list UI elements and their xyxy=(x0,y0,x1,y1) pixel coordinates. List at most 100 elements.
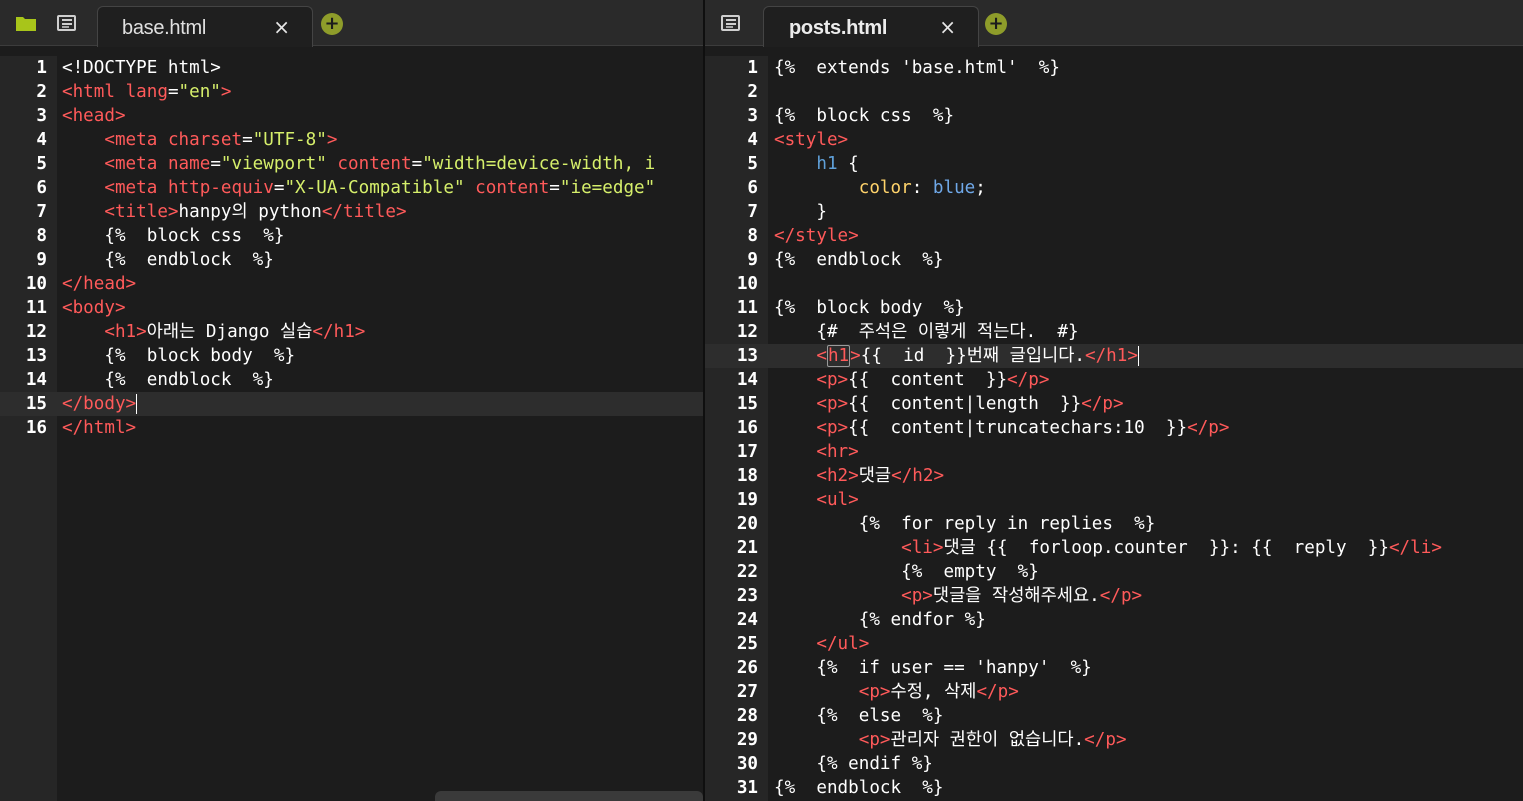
code-token: h1 xyxy=(826,345,851,367)
code-line[interactable]: 12 {# 주석은 이렇게 적는다. #} xyxy=(705,320,1523,344)
code-line[interactable]: 11 <body> xyxy=(0,296,703,320)
code-token: "ie=edge" xyxy=(559,178,656,198)
code-token: 아래는 Django 실습 xyxy=(146,322,313,342)
code-line[interactable]: 11 {% block body %} xyxy=(705,296,1523,320)
line-number: 13 xyxy=(25,346,47,366)
code-line[interactable]: 15 <p>{{ content|length }}</p> xyxy=(705,392,1523,416)
code-line[interactable]: 15 </body> xyxy=(0,392,703,416)
line-number: 27 xyxy=(736,682,758,702)
code-line[interactable]: 28 {% else %} xyxy=(705,704,1523,728)
code-line[interactable]: 3 {% block css %} xyxy=(705,104,1523,128)
code-line[interactable]: 13 {% block body %} xyxy=(0,344,703,368)
code-line[interactable]: 10 </head> xyxy=(0,272,703,296)
code-text: {% else %} xyxy=(774,704,943,728)
code-line[interactable]: 14 {% endblock %} xyxy=(0,368,703,392)
line-number: 5 xyxy=(36,154,47,174)
code-token: {{ content|length }} xyxy=(848,394,1082,414)
code-editor[interactable]: 1 {% extends 'base.html' %} 2 3 {% block css… xyxy=(705,56,1523,801)
code-line[interactable]: 9 {% endblock %} xyxy=(0,248,703,272)
code-line[interactable]: 18 <h2>댓글</h2> xyxy=(705,464,1523,488)
close-icon[interactable]: × xyxy=(939,17,956,37)
editor-pane-right: posts.html × + 1 {% extends 'base.html' %… xyxy=(705,0,1523,801)
add-tab-button[interactable]: + xyxy=(321,13,343,35)
line-number: 28 xyxy=(736,706,758,726)
code-line[interactable]: 5 <meta name="viewport" content="width=d… xyxy=(0,152,703,176)
tab-posts-html[interactable]: posts.html × xyxy=(763,6,979,47)
code-line[interactable]: 13 <h1>{{ id }}번째 글입니다.</h1> xyxy=(705,344,1523,368)
code-line[interactable]: 30 {% endif %} xyxy=(705,752,1523,776)
code-text: <style> xyxy=(774,128,848,152)
code-text: {% empty %} xyxy=(774,560,1039,584)
code-line[interactable]: 17 <hr> xyxy=(705,440,1523,464)
code-line[interactable]: 16 <p>{{ content|truncatechars:10 }}</p> xyxy=(705,416,1523,440)
code-text: {% block css %} xyxy=(62,224,284,248)
code-text: {% for reply in replies %} xyxy=(774,512,1156,536)
file-list-icon[interactable] xyxy=(720,12,742,34)
code-token: </body> xyxy=(62,394,137,414)
code-line[interactable]: 27 <p>수정, 삭제</p> xyxy=(705,680,1523,704)
code-line[interactable]: 12 <h1>아래는 Django 실습</h1> xyxy=(0,320,703,344)
line-number: 2 xyxy=(747,82,758,102)
code-line[interactable]: 26 {% if user == 'hanpy' %} xyxy=(705,656,1523,680)
add-tab-button[interactable]: + xyxy=(985,13,1007,35)
code-line[interactable]: 9 {% endblock %} xyxy=(705,248,1523,272)
close-icon[interactable]: × xyxy=(273,17,290,37)
code-text: <hr> xyxy=(774,440,858,464)
line-number: 14 xyxy=(736,370,758,390)
code-line[interactable]: 7 } xyxy=(705,200,1523,224)
file-list-icon[interactable] xyxy=(56,12,78,34)
code-token: "UTF-8" xyxy=(252,130,327,150)
code-token: </p> xyxy=(1007,370,1050,390)
code-token: <body> xyxy=(62,298,126,318)
code-line[interactable]: 8 {% block css %} xyxy=(0,224,703,248)
code-token: {% endif %} xyxy=(816,754,933,774)
line-number: 4 xyxy=(36,130,47,150)
code-token: <li> xyxy=(901,538,944,558)
code-line[interactable]: 4 <style> xyxy=(705,128,1523,152)
code-line[interactable]: 7 <title>hanpy의 python</title> xyxy=(0,200,703,224)
code-line[interactable]: 6 color: blue; xyxy=(705,176,1523,200)
code-line[interactable]: 23 <p>댓글을 작성해주세요.</p> xyxy=(705,584,1523,608)
code-line[interactable]: 1 <!DOCTYPE html> xyxy=(0,56,703,80)
code-line[interactable]: 1 {% extends 'base.html' %} xyxy=(705,56,1523,80)
code-line[interactable]: 3 <head> xyxy=(0,104,703,128)
tab-base-html[interactable]: base.html × xyxy=(97,6,313,47)
code-editor[interactable]: 1 <!DOCTYPE html> 2 <html lang="en"> 3 <head>… xyxy=(0,56,703,801)
code-line[interactable]: 2 <html lang="en"> xyxy=(0,80,703,104)
code-text: {% endblock %} xyxy=(62,368,273,392)
code-line[interactable]: 16 </html> xyxy=(0,416,703,440)
code-line[interactable]: 19 <ul> xyxy=(705,488,1523,512)
code-line[interactable]: 25 </ul> xyxy=(705,632,1523,656)
code-text: {% block css %} xyxy=(774,104,954,128)
code-line[interactable]: 22 {% empty %} xyxy=(705,560,1523,584)
code-line[interactable]: 8 </style> xyxy=(705,224,1523,248)
folder-icon[interactable] xyxy=(15,12,37,34)
tab-bar: posts.html × + xyxy=(705,0,1523,47)
code-token: <style> xyxy=(774,130,849,150)
code-line[interactable]: 21 <li>댓글 {{ forloop.counter }}: {{ repl… xyxy=(705,536,1523,560)
code-line[interactable]: 24 {% endfor %} xyxy=(705,608,1523,632)
text-cursor xyxy=(1137,346,1139,366)
code-line[interactable]: 6 <meta http-equiv="X-UA-Compatible" con… xyxy=(0,176,703,200)
code-line[interactable]: 2 xyxy=(705,80,1523,104)
code-text: <head> xyxy=(62,104,126,128)
code-line[interactable]: 10 xyxy=(705,272,1523,296)
code-line[interactable]: 14 <p>{{ content }}</p> xyxy=(705,368,1523,392)
code-text: {% endblock %} xyxy=(774,776,943,800)
code-line[interactable]: 4 <meta charset="UTF-8"> xyxy=(0,128,703,152)
code-line[interactable]: 29 <p>관리자 권한이 없습니다.</p> xyxy=(705,728,1523,752)
code-line[interactable]: 5 h1 { xyxy=(705,152,1523,176)
code-line[interactable]: 31 {% endblock %} xyxy=(705,776,1523,800)
line-number: 7 xyxy=(747,202,758,222)
code-token: </p> xyxy=(1084,730,1127,750)
code-line[interactable]: 20 {% for reply in replies %} xyxy=(705,512,1523,536)
tab-label: posts.html xyxy=(789,17,888,39)
line-number: 12 xyxy=(736,322,758,342)
